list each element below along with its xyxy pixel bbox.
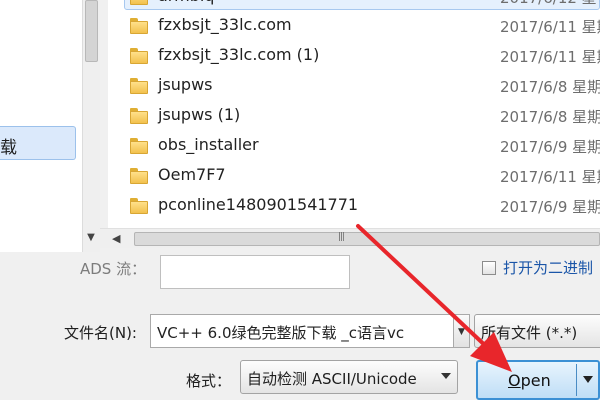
file-name: fzxbsjt_33lc.com (1) (158, 45, 320, 64)
format-label: 格式： (186, 372, 232, 390)
filetype-value: 所有文件 (*.*) (481, 324, 578, 342)
encoding-format-select[interactable]: 自动检测 ASCII/Unicode (240, 360, 458, 394)
chevron-down-icon (441, 373, 451, 379)
open-button-label: Open (508, 371, 551, 390)
file-name: pconline1480901541771 (158, 195, 359, 214)
file-name: jsupws (1) (158, 105, 241, 124)
folder-icon (130, 48, 148, 64)
file-row[interactable]: Oem7F7 2017/6/11 星期 (108, 161, 600, 191)
filename-history-dropdown[interactable]: ▼ (454, 314, 470, 348)
file-row[interactable]: fzxbsjt_33lc.com 2017/6/11 星期 (108, 11, 600, 41)
filename-input[interactable]: VC++ 6.0绿色完整版下载 _c语言vc (150, 314, 454, 348)
filename-label: 文件名(N): (64, 324, 137, 342)
scroll-grip-icon: ||| (338, 232, 345, 242)
file-date: 2017/6/11 星期 (500, 168, 600, 186)
file-date: 2017/6/12 星 (500, 0, 597, 8)
folder-icon (130, 78, 148, 94)
navigation-pane: 载 (0, 0, 100, 252)
folder-icon (130, 108, 148, 124)
file-date: 2017/6/8 星期 (500, 108, 600, 126)
nav-scroll-down-icon[interactable]: ▼ (82, 228, 100, 248)
file-name: obs_installer (158, 135, 259, 154)
file-date: 2017/6/11 星期 (500, 18, 600, 36)
folder-icon (130, 18, 148, 34)
horizontal-scroll-thumb[interactable] (134, 232, 600, 246)
file-list: armblq 2017/6/12 星 fzxbsjt_33lc.com 2017… (108, 0, 600, 228)
file-row[interactable]: pconline1480901541771 2017/6/9 星期 (108, 191, 600, 221)
ads-stream-label: ADS 流： (80, 260, 147, 278)
checkbox-icon[interactable] (482, 261, 496, 275)
file-row[interactable]: obs_installer 2017/6/9 星期 (108, 131, 600, 161)
file-row[interactable]: fzxbsjt_33lc.com (1) 2017/6/11 星期 (108, 41, 600, 71)
file-date: 2017/6/9 星期 (500, 138, 600, 156)
file-date: 2017/6/11 星期 (500, 48, 600, 66)
nav-pane-vertical-scrollbar[interactable] (82, 0, 100, 252)
open-mnemonic: O (508, 371, 521, 390)
file-name: Oem7F7 (158, 165, 226, 184)
file-name: jsupws (158, 75, 213, 94)
file-date: 2017/6/9 星期 (500, 198, 600, 216)
open-binary-label[interactable]: 打开为二进制 (503, 257, 593, 278)
open-options-chevron-icon[interactable] (583, 376, 593, 383)
format-value: 自动检测 ASCII/Unicode (247, 370, 417, 388)
filename-value: VC++ 6.0绿色完整版下载 _c语言vc (157, 324, 405, 342)
nav-item-downloads[interactable]: 载 (0, 126, 76, 160)
folder-icon (130, 0, 148, 5)
file-list-horizontal-scrollbar[interactable]: ◀ ||| (100, 228, 600, 248)
filetype-select[interactable]: 所有文件 (*.*) (474, 314, 600, 348)
file-name: armblq (158, 0, 214, 5)
file-row[interactable]: jsupws 2017/6/8 星期 (108, 71, 600, 101)
folder-icon (130, 138, 148, 154)
open-label-rest: pen (520, 371, 551, 390)
scroll-left-icon[interactable]: ◀ (112, 229, 120, 249)
nav-item-label: 载 (0, 138, 17, 158)
split-divider (576, 364, 577, 396)
nav-pane-scroll-thumb[interactable] (85, 0, 98, 62)
ads-stream-input[interactable] (160, 255, 350, 289)
file-row[interactable]: jsupws (1) 2017/6/8 星期 (108, 101, 600, 131)
folder-icon (130, 168, 148, 184)
file-date: 2017/6/8 星期 (500, 78, 600, 96)
file-name: fzxbsjt_33lc.com (158, 15, 292, 34)
open-button[interactable]: Open (476, 360, 600, 400)
folder-icon (130, 198, 148, 214)
